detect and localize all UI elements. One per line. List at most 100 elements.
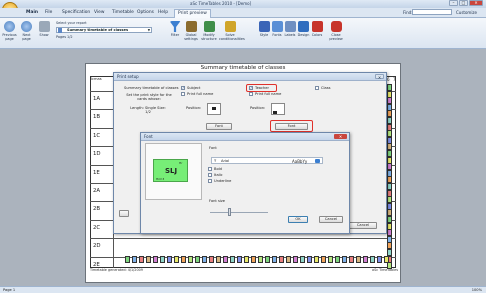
subject-position-picker[interactable] — [207, 103, 221, 115]
menu-timetable[interactable]: Timetable — [112, 10, 134, 15]
status-zoom: 100% — [471, 288, 482, 292]
font-ok-button[interactable]: OK — [288, 216, 308, 223]
next-page-label: Next page — [22, 33, 31, 41]
design-button[interactable]: Design — [297, 21, 310, 37]
fonts-label: Fonts — [272, 33, 282, 37]
font-group-label: Font — [209, 146, 217, 150]
preview-bottom-text: Hrm3 — [156, 177, 165, 181]
font-cancel-button[interactable]: Cancel — [319, 216, 343, 223]
subject-checkbox[interactable]: ✓ — [181, 86, 185, 90]
font-size-slider-thumb[interactable] — [228, 208, 231, 216]
next-page-button[interactable]: Next page — [19, 21, 34, 41]
underline-checkbox[interactable] — [208, 179, 212, 183]
timetable-card — [244, 256, 249, 263]
timetable-row-label: 2D — [93, 243, 101, 250]
class-checkbox[interactable] — [315, 86, 319, 90]
minimize-button[interactable]: – — [449, 0, 458, 6]
structure-icon — [203, 21, 215, 32]
previous-page-label: Previous page — [2, 33, 17, 41]
font-name-field[interactable]: Ŧ Arial AaBbYy — [211, 157, 323, 164]
timetable-card — [279, 256, 284, 263]
global-settings-button[interactable]: Global settings — [183, 21, 199, 41]
printer-icon — [38, 21, 50, 32]
timetable-card — [356, 256, 361, 263]
font-sample: AaBbYy — [292, 159, 308, 164]
subject-label: Subject — [187, 86, 201, 90]
labels-button[interactable]: Labels — [284, 21, 296, 37]
timetable-card — [349, 256, 354, 263]
window-title: aSc TimeTables 2010 - [Demo] — [190, 1, 252, 6]
timetable-row-label: 2A — [93, 188, 101, 194]
timetable-card — [265, 256, 270, 263]
timetable-row-label: 1A — [93, 96, 101, 102]
italic-label: Italic — [214, 173, 223, 177]
teacher-checkbox[interactable]: ✓ — [249, 86, 253, 90]
col-header-7: 7 — [393, 77, 396, 82]
menu-view[interactable]: View — [94, 10, 104, 15]
subject-font-button[interactable]: Font — [206, 123, 232, 130]
bold-label: Bold — [214, 167, 222, 171]
design-icon — [298, 21, 309, 32]
labels-label: Labels — [284, 33, 296, 37]
timetable-card — [314, 256, 319, 263]
font-dropdown-icon[interactable] — [315, 159, 320, 163]
find-input[interactable] — [412, 9, 452, 15]
filter-label: Filter — [170, 33, 180, 37]
card-length-text: Length: Single Size: 1/2 — [130, 106, 166, 114]
close-window-button[interactable]: ✕ — [469, 0, 483, 6]
previous-page-button[interactable]: Previous page — [2, 21, 17, 41]
timetable-card — [363, 256, 368, 263]
footer-generated: Timetable generated: 4/1/2009 — [90, 268, 143, 272]
subject-full-name-label: Print full name — [187, 92, 214, 96]
document-title: Summary timetable of classes — [200, 65, 286, 71]
fonts-icon — [271, 21, 283, 32]
modify-structure-button[interactable]: Modify structure — [201, 21, 217, 41]
report-select[interactable]: Summary timetable of classes ▼ — [56, 27, 152, 33]
timetable-card — [370, 256, 375, 263]
settings-icon — [185, 21, 197, 32]
filter-button[interactable]: Filter — [168, 21, 182, 37]
print-setup-header: Summary timetable of classes — [124, 86, 179, 90]
print-setup-side-button[interactable] — [119, 210, 129, 217]
timetable-row-label: 2E — [93, 261, 100, 268]
close-preview-button[interactable]: Close preview — [329, 21, 343, 41]
menu-main[interactable]: Main — [26, 10, 38, 15]
menu-specification[interactable]: Specification — [62, 10, 90, 15]
timetable-card — [286, 256, 291, 263]
timetable-card — [188, 256, 193, 263]
style-button[interactable]: Style — [258, 21, 270, 37]
next-arrow-icon — [21, 21, 32, 32]
timetable-card — [307, 256, 312, 263]
preview-top-text: Hr — [179, 161, 183, 165]
maximize-button[interactable]: □ — [459, 0, 468, 6]
teacher-font-button[interactable]: Font — [275, 123, 308, 130]
colors-button[interactable]: Colors — [311, 21, 323, 37]
timetable-card — [139, 256, 144, 263]
teacher-position-picker[interactable] — [271, 103, 285, 115]
menu-help[interactable]: Help — [158, 10, 168, 15]
print-setup-cancel-button[interactable]: Cancel — [349, 222, 377, 229]
class-label: Class — [321, 86, 331, 90]
menu-file[interactable]: File — [45, 10, 52, 15]
subject-full-name-checkbox[interactable] — [181, 92, 185, 96]
solve-conditionalities-button[interactable]: Solve conditionalities — [219, 21, 245, 41]
menu-print-preview[interactable]: Print preview — [174, 9, 211, 18]
timetable-card — [328, 256, 333, 263]
close-preview-label: Close preview — [329, 33, 343, 41]
italic-checkbox[interactable] — [208, 173, 212, 177]
timetable-card — [160, 256, 165, 263]
font-dialog-close-button[interactable]: ✕ — [334, 134, 347, 139]
timetable-card — [174, 256, 179, 263]
labels-icon — [284, 21, 296, 32]
font-size-slider-track[interactable] — [210, 212, 268, 213]
report-value: Summary timetable of classes — [67, 28, 129, 32]
colors-label: Colors — [311, 33, 323, 37]
menu-options[interactable]: Options — [137, 10, 154, 15]
bold-checkbox[interactable] — [208, 167, 212, 171]
window-titlebar: aSc TimeTables 2010 - [Demo] – □ ✕ — [0, 0, 486, 8]
print-setup-close-button[interactable]: ✕ — [375, 74, 384, 80]
show-button[interactable]: Show — [37, 21, 51, 37]
customize-menu[interactable]: Customize — [456, 10, 477, 15]
fonts-button[interactable]: Fonts — [271, 21, 283, 37]
teacher-full-name-checkbox[interactable] — [249, 92, 253, 96]
